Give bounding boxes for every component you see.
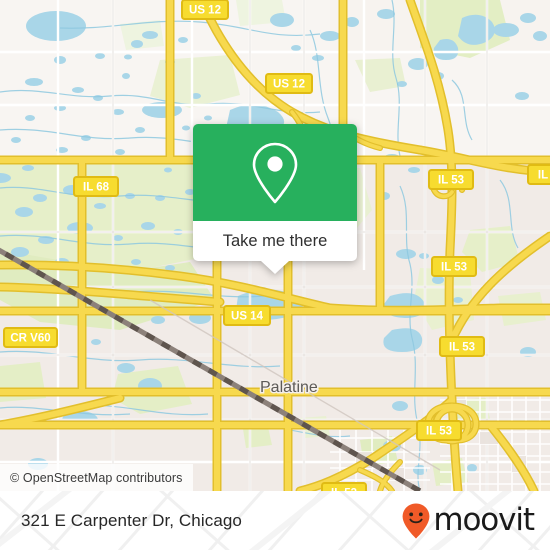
- map-pin-icon: [252, 142, 298, 203]
- road-shield: IL 53: [321, 482, 367, 491]
- road-shield-label: US 12: [273, 79, 305, 91]
- road-shield-label: US 14: [231, 311, 264, 323]
- callout-action-bar[interactable]: Take me there: [193, 221, 357, 274]
- moovit-logo[interactable]: moovit: [401, 491, 535, 550]
- address-text: 321 E Carpenter Dr, Chicago: [21, 510, 242, 530]
- moovit-wordmark: moovit: [433, 502, 535, 538]
- map-canvas[interactable]: US 12 US 12 IL 68 IL 53 IL IL 53 US 14 CR V60 IL…: [0, 0, 550, 491]
- callout-tail: [261, 261, 289, 274]
- address-label: 321 E Carpenter Dr, Chicago: [21, 491, 242, 550]
- road-shield-label: CR V60: [10, 333, 50, 345]
- road-shield: CR V60: [3, 327, 58, 348]
- take-me-there-callout[interactable]: Take me there: [193, 124, 357, 274]
- road-shield-label: IL 53: [449, 342, 475, 354]
- callout-header: [193, 124, 357, 221]
- place-label: Palatine: [260, 379, 318, 396]
- road-shield: IL 53: [428, 169, 474, 190]
- road-shield: IL 53: [439, 336, 485, 357]
- road-shield: IL 68: [73, 176, 119, 197]
- moovit-pin-smile-icon: [402, 503, 430, 538]
- map-screenshot: US 12 US 12 IL 68 IL 53 IL IL 53 US 14 CR V60 IL…: [0, 0, 550, 550]
- take-me-there-label: Take me there: [222, 231, 328, 250]
- road-shield-label: IL 53: [438, 175, 464, 187]
- road-shield: US 12: [181, 0, 229, 20]
- road-shield: IL 53: [431, 256, 477, 277]
- osm-attribution: © OpenStreetMap contributors: [0, 464, 193, 491]
- road-shield-label: IL 68: [83, 182, 110, 194]
- road-shield: US 14: [223, 305, 271, 326]
- road-shield: IL: [527, 164, 550, 185]
- road-shield-label: IL: [538, 170, 548, 182]
- osm-attribution-text: © OpenStreetMap contributors: [10, 470, 183, 485]
- road-shield-label: IL 53: [441, 262, 467, 274]
- road-shield: IL 53: [416, 420, 462, 441]
- road-shield-label: IL 53: [426, 426, 452, 438]
- footer-bar: 321 E Carpenter Dr, Chicago moovit: [0, 491, 550, 550]
- road-shield-label: US 12: [189, 5, 221, 17]
- place-label-group: Palatine: [259, 378, 320, 398]
- road-shield: US 12: [265, 73, 313, 94]
